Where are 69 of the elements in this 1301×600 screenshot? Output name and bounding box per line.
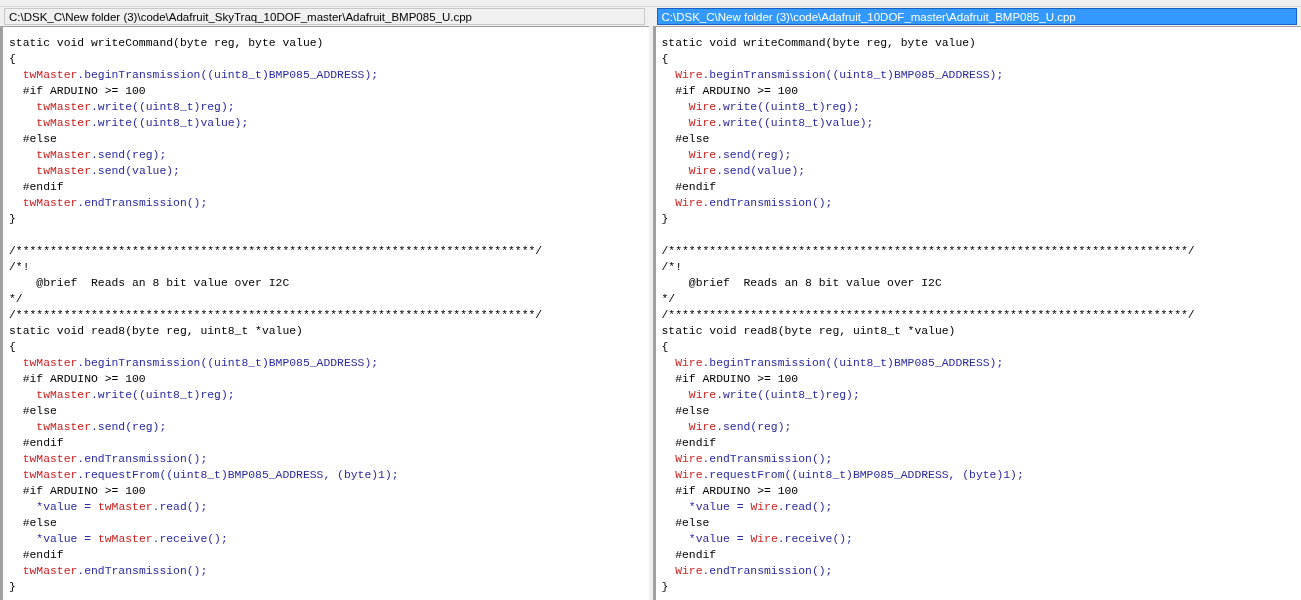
code-line: Wire.endTransmission(); <box>674 452 834 467</box>
code-line: Wire.beginTransmission((uint8_t)BMP085_ADDRESS); <box>674 68 1005 83</box>
code-line: #else <box>674 132 711 147</box>
code-line: Wire.write((uint8_t)value); <box>687 116 875 131</box>
code-line: twMaster.endTransmission(); <box>21 452 209 467</box>
code-line: @brief Reads an 8 bit value over I2C <box>687 276 943 291</box>
code-line: twMaster.write((uint8_t)reg); <box>35 388 236 403</box>
code-line: */ <box>661 292 677 307</box>
code-line: /****************************************************************************/ <box>9 244 544 259</box>
code-line: twMaster.requestFrom((uint8_t)BMP085_ADDRESS, (byte)1); <box>21 468 400 483</box>
code-line: twMaster.beginTransmission((uint8_t)BMP085_ADDRESS); <box>21 356 380 371</box>
code-line: /*! <box>9 260 31 275</box>
code-line: /*! <box>661 260 683 275</box>
code-line: twMaster.endTransmission(); <box>21 196 209 211</box>
code-line: #else <box>674 516 711 531</box>
code-line: static void writeCommand(byte reg, byte value) <box>9 36 325 51</box>
code-line: /****************************************************************************/ <box>661 244 1196 259</box>
code-line: #endif <box>674 548 718 563</box>
code-line: } <box>661 212 670 227</box>
code-line: Wire.endTransmission(); <box>674 196 834 211</box>
code-line: Wire.requestFrom((uint8_t)BMP085_ADDRESS, (byte)1); <box>674 468 1025 483</box>
code-line: /****************************************************************************/ <box>661 308 1196 323</box>
code-line: static void writeCommand(byte reg, byte value) <box>661 36 977 51</box>
code-line: twMaster.write((uint8_t)reg); <box>35 100 236 115</box>
code-line: twMaster.beginTransmission((uint8_t)BMP085_ADDRESS); <box>21 68 380 83</box>
code-line: #endif <box>21 436 65 451</box>
code-line: static void read8(byte reg, uint8_t *value) <box>9 324 304 339</box>
code-line: { <box>9 52 17 67</box>
code-line: } <box>9 212 17 227</box>
code-line: #else <box>21 516 58 531</box>
code-line: Wire.send(reg); <box>687 148 793 163</box>
code-line: *value = twMaster.read(); <box>35 500 209 515</box>
code-line: #if ARDUINO >= 100 <box>674 84 800 99</box>
code-line: #if ARDUINO >= 100 <box>21 372 147 387</box>
code-line: *value = Wire.read(); <box>687 500 834 515</box>
code-line: #endif <box>21 548 65 563</box>
file-path-header[interactable]: C:\DSK_C\New folder (3)\code\Adafruit_SkyTraq_10DOF_master\Adafruit_BMP085_U.cpp <box>4 8 645 25</box>
code-line: twMaster.send(reg); <box>35 148 168 163</box>
code-line: #endif <box>674 436 718 451</box>
code-line: } <box>9 580 17 595</box>
code-line: twMaster.write((uint8_t)value); <box>35 116 250 131</box>
code-line: Wire.write((uint8_t)reg); <box>687 388 861 403</box>
code-line: #if ARDUINO >= 100 <box>674 484 800 499</box>
code-line: Wire.send(value); <box>687 164 807 179</box>
code-line: *value = twMaster.receive(); <box>35 532 229 547</box>
code-line: { <box>9 340 17 355</box>
code-line: twMaster.endTransmission(); <box>21 564 209 579</box>
code-line: *value = Wire.receive(); <box>687 532 854 547</box>
code-line: @brief Reads an 8 bit value over I2C <box>35 276 291 291</box>
code-line: Wire.beginTransmission((uint8_t)BMP085_ADDRESS); <box>674 356 1005 371</box>
code-line: Wire.write((uint8_t)reg); <box>687 100 861 115</box>
code-line: #else <box>674 404 711 419</box>
code-line: #else <box>21 404 58 419</box>
code-line: static void read8(byte reg, uint8_t *value) <box>661 324 957 339</box>
code-line: Wire.endTransmission(); <box>674 564 834 579</box>
code-line: #endif <box>674 180 718 195</box>
code-line: twMaster.send(reg); <box>35 420 168 435</box>
code-line: { <box>661 340 670 355</box>
code-line: #endif <box>21 180 65 195</box>
code-line: } <box>661 580 670 595</box>
code-line: Wire.send(reg); <box>687 420 793 435</box>
code-line: #if ARDUINO >= 100 <box>21 84 147 99</box>
code-line: #if ARDUINO >= 100 <box>21 484 147 499</box>
code-line: #else <box>21 132 58 147</box>
code-line: twMaster.send(value); <box>35 164 181 179</box>
code-line: */ <box>9 292 24 307</box>
code-line: #if ARDUINO >= 100 <box>674 372 800 387</box>
code-line: { <box>661 52 670 67</box>
code-line: /****************************************************************************/ <box>9 308 544 323</box>
